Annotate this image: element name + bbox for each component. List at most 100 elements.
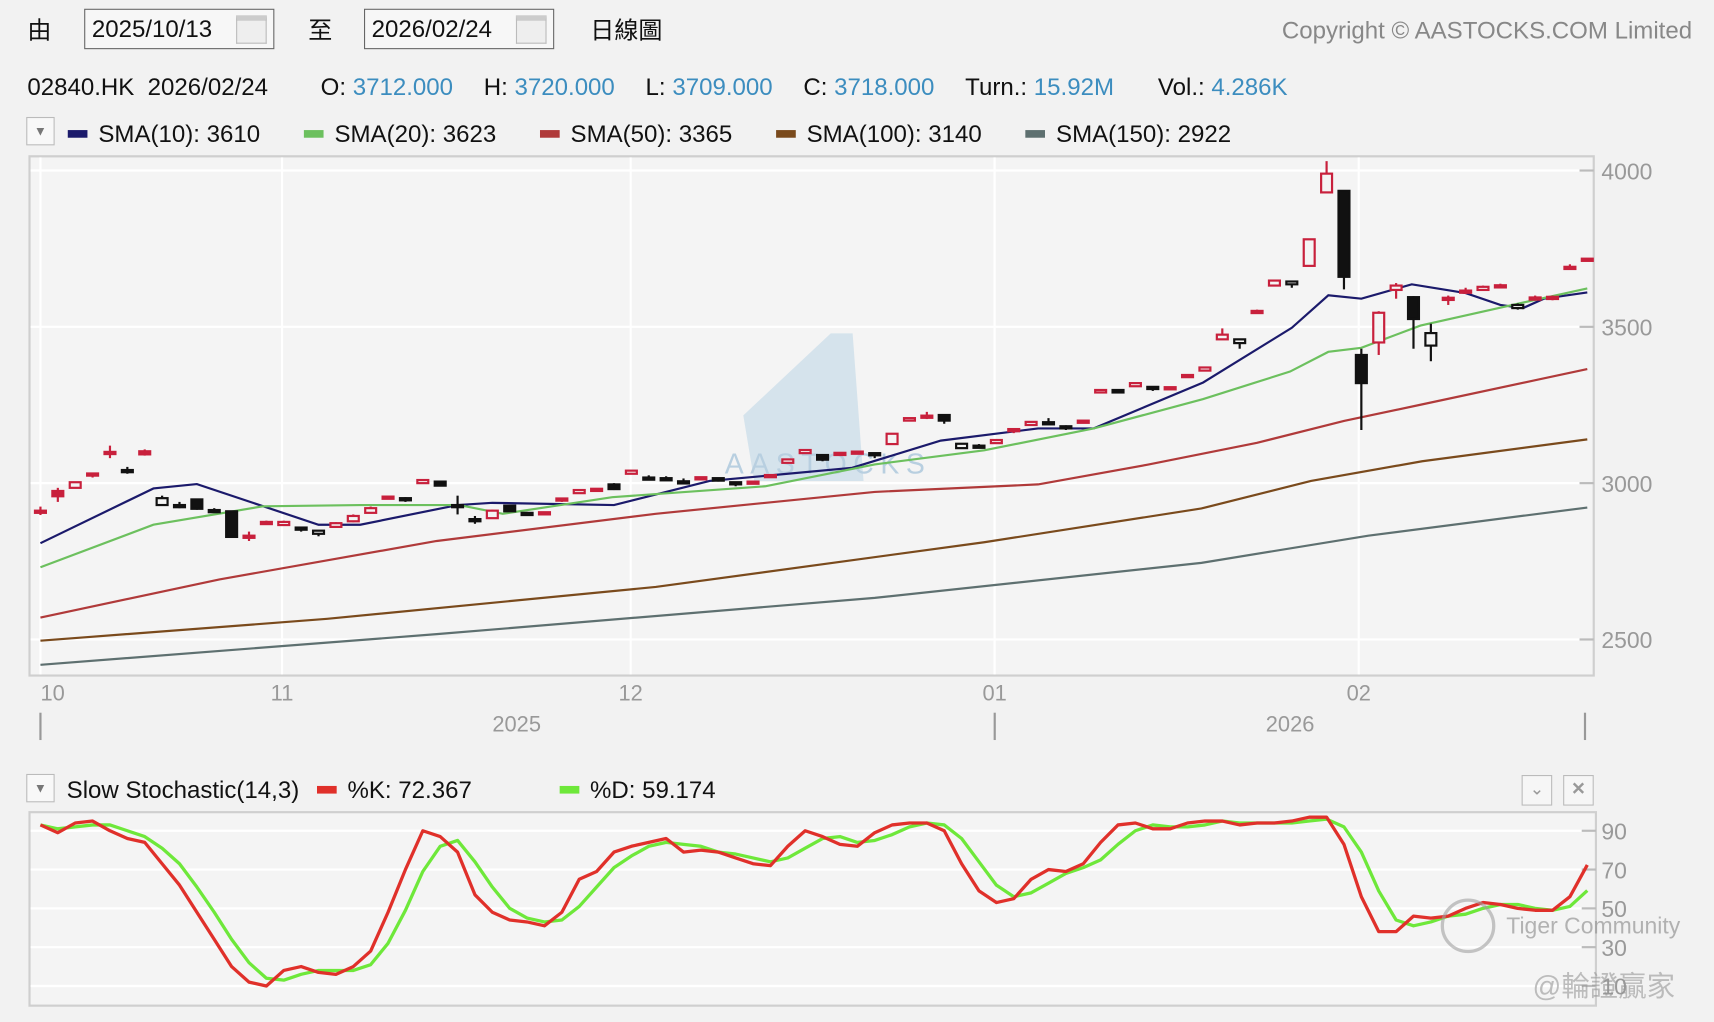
candle-body bbox=[503, 504, 517, 513]
candlestick bbox=[815, 453, 830, 462]
candle-body bbox=[381, 495, 395, 500]
candle-body bbox=[1337, 189, 1351, 278]
candle-body bbox=[1580, 257, 1594, 262]
candle-body bbox=[989, 438, 1003, 445]
candle-body bbox=[1163, 386, 1177, 391]
candlestick bbox=[1302, 238, 1316, 267]
x-tick-label: 10 bbox=[40, 681, 64, 706]
candlestick bbox=[850, 450, 864, 455]
candlestick bbox=[885, 432, 899, 446]
candlestick bbox=[989, 438, 1003, 445]
candlestick bbox=[433, 480, 447, 487]
stochastic-title: Slow Stochastic(14,3) bbox=[66, 776, 300, 804]
candle-body bbox=[520, 511, 534, 517]
candlestick bbox=[277, 520, 291, 527]
y-tick-label: 90 bbox=[1601, 819, 1627, 845]
candle-body bbox=[451, 503, 465, 509]
candlestick bbox=[1250, 309, 1264, 315]
price-chart: 400035003000250010 11 12 01 022025 2026AASTOC… bbox=[28, 155, 1652, 1007]
candlestick bbox=[763, 473, 777, 479]
candle-body bbox=[902, 417, 917, 422]
candlestick bbox=[590, 487, 604, 493]
candlestick bbox=[1163, 386, 1177, 391]
candle-body bbox=[1180, 373, 1195, 379]
candle-body bbox=[1511, 303, 1525, 310]
x-tick-label: 02 bbox=[1347, 681, 1371, 706]
candlestick bbox=[1198, 366, 1212, 372]
k-swatch bbox=[316, 785, 337, 794]
candle-body bbox=[642, 476, 656, 481]
candlestick bbox=[225, 510, 239, 539]
candle-body bbox=[207, 508, 221, 514]
stochastic-dropdown-button[interactable]: ▼ bbox=[26, 773, 55, 803]
candle-body bbox=[1111, 388, 1125, 394]
candle-body bbox=[433, 480, 447, 487]
candlestick bbox=[364, 506, 378, 514]
candle-body bbox=[242, 534, 256, 539]
candlestick bbox=[1111, 388, 1125, 394]
k-value: %K: 72.367 bbox=[347, 776, 472, 804]
year-label: 2025 bbox=[492, 711, 541, 736]
candle-body bbox=[172, 503, 187, 509]
candle-body bbox=[1354, 353, 1368, 385]
candle-body bbox=[1302, 238, 1316, 267]
candlestick bbox=[955, 442, 969, 450]
candlestick bbox=[1059, 425, 1073, 431]
candle-body bbox=[572, 488, 586, 495]
candle-body bbox=[277, 520, 291, 527]
candle-body bbox=[1146, 385, 1160, 391]
candle-body bbox=[711, 477, 725, 482]
candle-body bbox=[850, 450, 864, 455]
collapse-button[interactable]: ⌄ bbox=[1521, 775, 1553, 806]
candle-body bbox=[1545, 295, 1560, 301]
candle-body bbox=[138, 450, 152, 456]
candle-body bbox=[1250, 309, 1264, 315]
candle-body bbox=[1198, 366, 1212, 372]
candlestick bbox=[798, 448, 812, 455]
candle-body bbox=[1528, 296, 1542, 301]
candle-body bbox=[1389, 284, 1403, 292]
candle-body bbox=[190, 498, 204, 510]
candle-body bbox=[537, 511, 552, 516]
candlestick bbox=[711, 477, 725, 482]
candle-body bbox=[937, 413, 951, 422]
candle-body bbox=[763, 473, 777, 479]
candle-body bbox=[590, 487, 604, 493]
candle-body bbox=[51, 489, 65, 498]
candle-body bbox=[781, 458, 795, 464]
candle-body bbox=[1285, 280, 1299, 286]
candlestick bbox=[624, 469, 638, 475]
candlestick bbox=[68, 481, 82, 489]
candle-body bbox=[294, 526, 308, 531]
candle-body bbox=[555, 497, 569, 502]
candlestick bbox=[1545, 295, 1560, 301]
candle-body bbox=[1476, 285, 1490, 292]
candle-body bbox=[1424, 331, 1438, 347]
x-tick-label: 01 bbox=[982, 681, 1006, 706]
candle-body bbox=[1076, 419, 1090, 424]
candle-body bbox=[416, 478, 430, 485]
candle-body bbox=[33, 509, 48, 514]
candlestick bbox=[398, 497, 412, 502]
candlestick bbox=[329, 522, 343, 529]
candlestick bbox=[1267, 279, 1282, 287]
close-button[interactable]: ✕ bbox=[1563, 775, 1594, 806]
y-tick-label: 3500 bbox=[1601, 315, 1652, 341]
candle-body bbox=[1007, 427, 1021, 433]
candlestick bbox=[346, 514, 360, 523]
candlestick bbox=[746, 480, 760, 485]
candlestick bbox=[781, 458, 795, 464]
y-tick-label: 3000 bbox=[1601, 471, 1652, 497]
candlestick bbox=[1476, 285, 1490, 292]
candlestick bbox=[902, 417, 917, 422]
candle-body bbox=[329, 522, 343, 529]
candlestick bbox=[572, 488, 586, 495]
candle-body bbox=[746, 480, 760, 485]
candlestick bbox=[381, 495, 395, 500]
candle-body bbox=[607, 483, 621, 491]
candlestick bbox=[607, 483, 621, 491]
d-swatch bbox=[559, 785, 580, 794]
d-value: %D: 59.174 bbox=[590, 776, 716, 804]
candle-body bbox=[676, 480, 691, 485]
candle-body bbox=[833, 451, 847, 457]
